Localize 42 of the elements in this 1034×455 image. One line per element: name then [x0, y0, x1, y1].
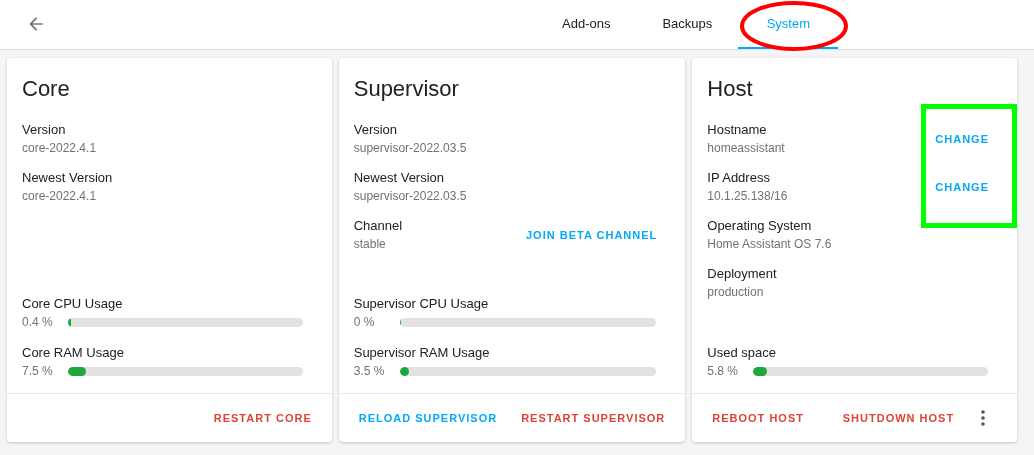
text-button[interactable]: CHANGE: [923, 125, 1001, 153]
info-value: 10.1.25.138/16: [707, 188, 788, 205]
action-button[interactable]: RESTART CORE: [201, 404, 324, 432]
metric-label: Supervisor CPU Usage: [353, 295, 490, 313]
info-value: supervisor-2022.03.5: [353, 188, 467, 205]
info-value: core-2022.4.1: [22, 140, 97, 157]
action-button[interactable]: RESTART SUPERVISOR: [509, 404, 678, 432]
metric-label: Supervisor RAM Usage: [353, 344, 491, 362]
metric-label: Core CPU Usage: [22, 295, 124, 313]
info-value: core-2022.4.1: [22, 188, 98, 205]
action-button[interactable]: SHUTDOWN HOST: [830, 404, 967, 432]
metric-label: Core RAM Usage: [22, 344, 125, 362]
card-title: Core: [22, 76, 71, 102]
action-button[interactable]: RELOAD SUPERVISOR: [346, 404, 510, 432]
info-value: stable: [353, 236, 387, 253]
card-title: Supervisor: [353, 76, 460, 102]
text-button[interactable]: JOIN BETA CHANNEL: [514, 221, 670, 249]
metric-reading: 3.5 %: [353, 363, 386, 380]
metric-reading: 5.8 %: [707, 363, 739, 380]
tab[interactable]: Add-ons: [536, 0, 637, 49]
card-title: Host: [707, 76, 754, 102]
info-label: Deployment: [707, 265, 777, 283]
info-label: Hostname: [707, 121, 768, 139]
more-menu-icon[interactable]: [981, 410, 985, 426]
info-label: Operating System: [707, 217, 813, 235]
metric-label: Used space: [707, 344, 777, 362]
info-label: Version: [22, 121, 67, 139]
info-label: Channel: [353, 217, 403, 235]
metric-reading: 7.5 %: [22, 363, 54, 380]
tab[interactable]: Backups: [636, 0, 739, 49]
action-button[interactable]: REBOOT HOST: [700, 404, 816, 432]
metric-reading: 0 %: [353, 314, 376, 331]
info-value: production: [707, 284, 765, 301]
info-label: IP Address: [707, 169, 771, 187]
info-value: Home Assistant OS 7.6: [707, 236, 832, 253]
info-value: homeassistant: [707, 140, 785, 157]
info-label: Version: [353, 121, 399, 139]
info-label: Newest Version: [22, 169, 113, 187]
metric-reading: 0.4 %: [22, 314, 54, 331]
info-label: Newest Version: [353, 169, 446, 187]
info-value: supervisor-2022.03.5: [353, 140, 467, 157]
text-button[interactable]: CHANGE: [923, 173, 1001, 201]
